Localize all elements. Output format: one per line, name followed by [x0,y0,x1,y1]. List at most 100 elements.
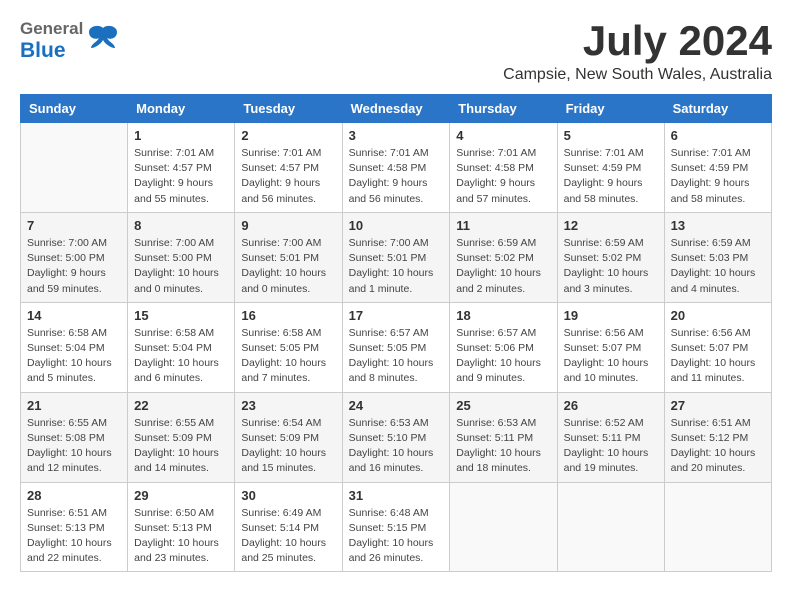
day-info: Sunrise: 6:53 AMSunset: 5:11 PMDaylight:… [456,416,550,477]
day-info: Sunrise: 6:52 AMSunset: 5:11 PMDaylight:… [564,416,658,477]
day-number: 20 [671,308,765,323]
calendar-week-row: 1 Sunrise: 7:01 AMSunset: 4:57 PMDaylight… [21,123,772,213]
calendar-cell [557,482,664,572]
weekday-header-friday: Friday [557,95,664,123]
day-number: 15 [134,308,228,323]
day-number: 10 [349,218,444,233]
calendar-cell: 25 Sunrise: 6:53 AMSunset: 5:11 PMDayligh… [450,392,557,482]
calendar-cell: 14 Sunrise: 6:58 AMSunset: 5:04 PMDayligh… [21,302,128,392]
day-info: Sunrise: 6:59 AMSunset: 5:03 PMDaylight:… [671,236,765,297]
day-info: Sunrise: 6:53 AMSunset: 5:10 PMDaylight:… [349,416,444,477]
day-number: 18 [456,308,550,323]
logo-general: General [20,20,83,39]
day-number: 23 [241,398,335,413]
calendar-cell: 5Sunrise: 7:01 AMSunset: 4:59 PMDaylight… [557,123,664,213]
calendar-cell: 22Sunrise: 6:55 AMSunset: 5:09 PMDayligh… [128,392,235,482]
day-number: 7 [27,218,121,233]
day-number: 13 [671,218,765,233]
day-info: Sunrise: 7:00 AMSunset: 5:01 PMDaylight:… [349,236,444,297]
day-info: Sunrise: 6:56 AMSunset: 5:07 PMDaylight:… [564,326,658,387]
calendar-week-row: 7 Sunrise: 7:00 AMSunset: 5:00 PMDaylight… [21,212,772,302]
calendar-cell: 10 Sunrise: 7:00 AMSunset: 5:01 PMDayligh… [342,212,450,302]
month-title: July 2024 [503,20,772,62]
logo-text: General Blue [20,20,83,62]
calendar-cell: 4Sunrise: 7:01 AMSunset: 4:58 PMDaylight… [450,123,557,213]
day-number: 17 [349,308,444,323]
logo-bird-icon [87,24,119,57]
day-info: Sunrise: 7:01 AMSunset: 4:57 PMDaylight:… [241,146,335,207]
calendar-cell: 8 Sunrise: 7:00 AMSunset: 5:00 PMDaylight… [128,212,235,302]
calendar-cell: 13 Sunrise: 6:59 AMSunset: 5:03 PMDayligh… [664,212,771,302]
day-info: Sunrise: 6:55 AMSunset: 5:08 PMDaylight:… [27,416,121,477]
day-info: Sunrise: 6:59 AMSunset: 5:02 PMDaylight:… [564,236,658,297]
day-info: Sunrise: 7:01 AMSunset: 4:59 PMDaylight:… [671,146,765,207]
weekday-header-sunday: Sunday [21,95,128,123]
day-info: Sunrise: 6:59 AMSunset: 5:02 PMDaylight:… [456,236,550,297]
day-number: 21 [27,398,121,413]
day-info: Sunrise: 7:01 AMSunset: 4:58 PMDaylight:… [349,146,444,207]
day-info: Sunrise: 7:01 AMSunset: 4:57 PMDaylight:… [134,146,228,207]
day-info: Sunrise: 6:57 AMSunset: 5:06 PMDaylight:… [456,326,550,387]
calendar-cell: 23Sunrise: 6:54 AMSunset: 5:09 PMDayligh… [235,392,342,482]
day-info: Sunrise: 6:58 AMSunset: 5:05 PMDaylight:… [241,326,335,387]
day-number: 27 [671,398,765,413]
day-info: Sunrise: 6:51 AMSunset: 5:12 PMDaylight:… [671,416,765,477]
calendar-cell: 29 Sunrise: 6:50 AMSunset: 5:13 PMDayligh… [128,482,235,572]
day-number: 28 [27,488,121,503]
day-info: Sunrise: 7:00 AMSunset: 5:00 PMDaylight:… [134,236,228,297]
day-number: 3 [349,128,444,143]
day-number: 16 [241,308,335,323]
weekday-header-tuesday: Tuesday [235,95,342,123]
calendar-cell [450,482,557,572]
calendar-cell: 7Sunrise: 7:00 AMSunset: 5:00 PMDaylight… [21,212,128,302]
weekday-header-saturday: Saturday [664,95,771,123]
calendar-cell: 17 Sunrise: 6:57 AMSunset: 5:05 PMDayligh… [342,302,450,392]
day-info: Sunrise: 7:01 AMSunset: 4:59 PMDaylight:… [564,146,658,207]
weekday-header-monday: Monday [128,95,235,123]
day-info: Sunrise: 6:57 AMSunset: 5:05 PMDaylight:… [349,326,444,387]
title-block: July 2024 Campsie, New South Wales, Aust… [503,20,772,84]
weekday-header-thursday: Thursday [450,95,557,123]
location-title: Campsie, New South Wales, Australia [503,66,772,84]
day-info: Sunrise: 6:50 AMSunset: 5:13 PMDaylight:… [134,506,228,567]
day-info: Sunrise: 6:56 AMSunset: 5:07 PMDaylight:… [671,326,765,387]
calendar-cell: 26Sunrise: 6:52 AMSunset: 5:11 PMDayligh… [557,392,664,482]
calendar-cell: 16 Sunrise: 6:58 AMSunset: 5:05 PMDayligh… [235,302,342,392]
calendar-cell: 6Sunrise: 7:01 AMSunset: 4:59 PMDaylight… [664,123,771,213]
day-number: 9 [241,218,335,233]
day-info: Sunrise: 6:51 AMSunset: 5:13 PMDaylight:… [27,506,121,567]
logo: General Blue [20,20,119,62]
calendar-week-row: 14 Sunrise: 6:58 AMSunset: 5:04 PMDayligh… [21,302,772,392]
day-info: Sunrise: 7:01 AMSunset: 4:58 PMDaylight:… [456,146,550,207]
day-number: 25 [456,398,550,413]
calendar-cell [21,123,128,213]
day-number: 29 [134,488,228,503]
calendar-cell: 3 Sunrise: 7:01 AMSunset: 4:58 PMDaylight… [342,123,450,213]
calendar-cell: 19 Sunrise: 6:56 AMSunset: 5:07 PMDayligh… [557,302,664,392]
day-info: Sunrise: 6:58 AMSunset: 5:04 PMDaylight:… [27,326,121,387]
day-number: 12 [564,218,658,233]
day-number: 31 [349,488,444,503]
logo-blue: Blue [20,39,83,62]
calendar-cell: 9 Sunrise: 7:00 AMSunset: 5:01 PMDaylight… [235,212,342,302]
day-info: Sunrise: 7:00 AMSunset: 5:01 PMDaylight:… [241,236,335,297]
day-number: 8 [134,218,228,233]
calendar-week-row: 21 Sunrise: 6:55 AMSunset: 5:08 PMDayligh… [21,392,772,482]
calendar-cell: 30Sunrise: 6:49 AMSunset: 5:14 PMDayligh… [235,482,342,572]
day-number: 19 [564,308,658,323]
calendar-cell [664,482,771,572]
calendar-cell: 12 Sunrise: 6:59 AMSunset: 5:02 PMDayligh… [557,212,664,302]
calendar-cell: 11Sunrise: 6:59 AMSunset: 5:02 PMDayligh… [450,212,557,302]
day-number: 24 [349,398,444,413]
calendar-cell: 21 Sunrise: 6:55 AMSunset: 5:08 PMDayligh… [21,392,128,482]
calendar-table: SundayMondayTuesdayWednesdayThursdayFrid… [20,94,772,572]
day-number: 30 [241,488,335,503]
calendar-cell: 31Sunrise: 6:48 AMSunset: 5:15 PMDayligh… [342,482,450,572]
day-number: 22 [134,398,228,413]
day-number: 14 [27,308,121,323]
calendar-cell: 20 Sunrise: 6:56 AMSunset: 5:07 PMDayligh… [664,302,771,392]
calendar-cell: 1 Sunrise: 7:01 AMSunset: 4:57 PMDaylight… [128,123,235,213]
calendar-cell: 24 Sunrise: 6:53 AMSunset: 5:10 PMDayligh… [342,392,450,482]
weekday-header-row: SundayMondayTuesdayWednesdayThursdayFrid… [21,95,772,123]
day-number: 1 [134,128,228,143]
